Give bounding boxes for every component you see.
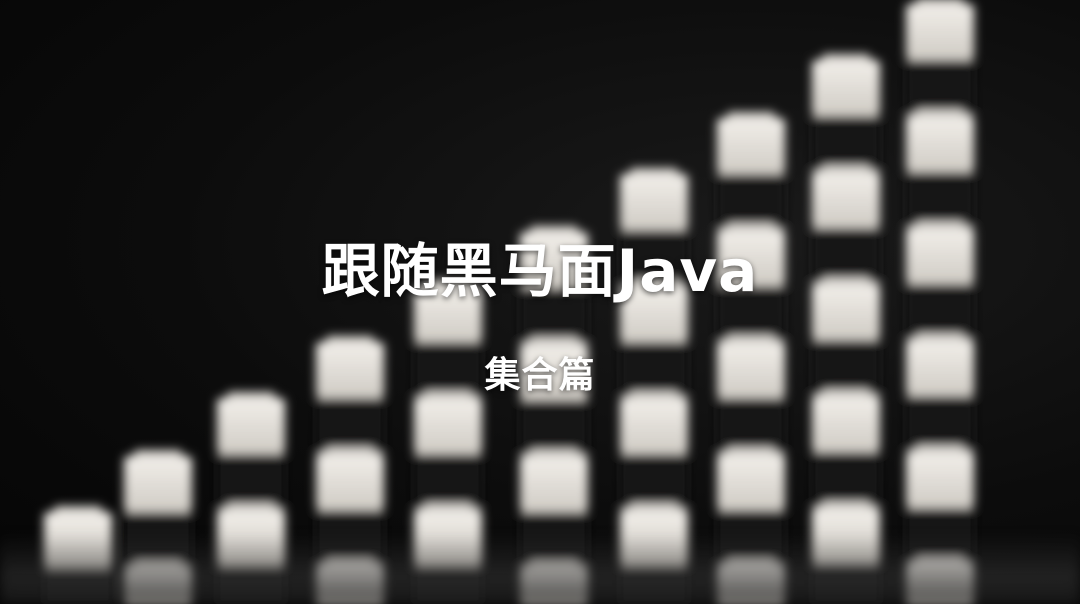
white-block — [812, 396, 880, 452]
block-stud — [630, 504, 678, 512]
black-block — [520, 400, 588, 456]
white-block — [414, 398, 482, 454]
block-stud — [916, 334, 964, 342]
block-stud — [822, 54, 870, 62]
white-block — [620, 174, 688, 230]
block-stud — [326, 336, 374, 344]
block-stud — [822, 166, 870, 174]
black-block — [906, 172, 974, 228]
white-block — [812, 60, 880, 116]
white-block — [520, 456, 588, 512]
white-block — [906, 116, 974, 172]
black-block — [414, 454, 482, 510]
floor-shadow — [0, 534, 1080, 604]
block-stud — [727, 112, 775, 120]
block-stud — [630, 168, 678, 176]
white-block — [717, 454, 785, 510]
white-block — [316, 454, 384, 510]
block-stud — [424, 504, 472, 512]
block-stud — [530, 450, 578, 458]
black-block — [812, 452, 880, 508]
block-stud — [134, 450, 182, 458]
black-block — [812, 116, 880, 172]
block-stud — [530, 338, 578, 346]
white-block — [906, 4, 974, 60]
black-block — [217, 454, 285, 510]
page-subtitle: 集合篇 — [484, 355, 596, 396]
white-block — [906, 452, 974, 508]
white-block — [717, 118, 785, 174]
white-block — [124, 456, 192, 512]
black-block — [906, 396, 974, 452]
block-stud — [326, 448, 374, 456]
white-block — [217, 398, 285, 454]
block-stud — [822, 502, 870, 510]
white-block — [812, 172, 880, 228]
black-block — [717, 398, 785, 454]
black-block — [717, 174, 785, 230]
page-title: 跟随黑马面Java — [321, 237, 759, 305]
cover-image: 跟随黑马面Java 集合篇 — [0, 0, 1080, 604]
black-block — [316, 398, 384, 454]
block-stud — [227, 504, 275, 512]
block-stud — [916, 110, 964, 118]
block-stud — [727, 448, 775, 456]
block-stud — [916, 0, 964, 6]
black-block — [620, 454, 688, 510]
block-stud — [916, 446, 964, 454]
white-block — [620, 398, 688, 454]
block-stud — [54, 506, 102, 514]
black-block — [906, 60, 974, 116]
block-stud — [727, 336, 775, 344]
